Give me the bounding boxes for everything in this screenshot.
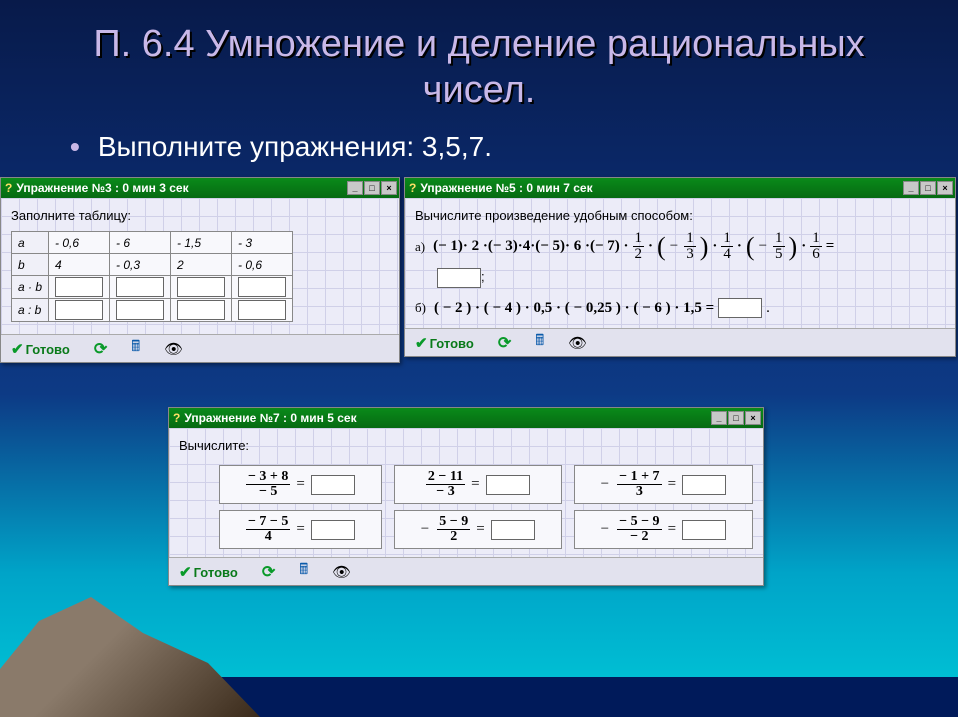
minimize-button[interactable]: _ — [347, 181, 363, 195]
fraction-cell: − 7 − 54= — [219, 510, 382, 549]
help-icon: ? — [5, 181, 12, 195]
fraction-grid: − 3 + 8− 5= 2 − 11− 3= −− 1 + 73= − 7 − 54=… — [219, 461, 753, 553]
check-icon: ✔ — [179, 564, 192, 581]
table-row: a - 0,6 - 6 - 1,5 - 3 — [12, 232, 293, 254]
answer-input[interactable] — [491, 520, 535, 540]
answer-input[interactable] — [682, 475, 726, 495]
window-footer: ✔Готово ⟳ 🖩 👁 — [169, 557, 763, 585]
answer-input[interactable] — [177, 300, 225, 320]
ready-button[interactable]: ✔Готово — [179, 563, 238, 581]
exercise-5-window: ? Упражнение №5 : 0 мин 7 сек _ □ × Вычи… — [404, 177, 956, 357]
titlebar[interactable]: ? Упражнение №5 : 0 мин 7 сек _ □ × — [405, 178, 955, 198]
window-title: Упражнение №5 : 0 мин 7 сек — [420, 181, 592, 195]
minimize-button[interactable]: _ — [711, 411, 727, 425]
fraction-cell: 2 − 11− 3= — [394, 465, 562, 504]
close-button[interactable]: × — [381, 181, 397, 195]
equation-b: б) ( − 2 ) · ( − 4 ) · 0,5 · ( − 0,25 ) … — [415, 298, 945, 318]
close-button[interactable]: × — [937, 181, 953, 195]
minimize-button[interactable]: _ — [903, 181, 919, 195]
answer-input[interactable] — [116, 300, 164, 320]
bullet-icon: • — [70, 131, 80, 163]
prompt-text: Вычислите: — [179, 438, 753, 453]
prompt-text: Заполните таблицу: — [11, 208, 389, 223]
titlebar[interactable]: ? Упражнение №7 : 0 мин 5 сек _ □ × — [169, 408, 763, 428]
answer-input[interactable] — [238, 300, 286, 320]
window-footer: ✔Готово ⟳ 🖩 👁 — [1, 334, 399, 362]
help-icon: ? — [173, 411, 180, 425]
window-title: Упражнение №7 : 0 мин 5 сек — [184, 411, 356, 425]
maximize-button[interactable]: □ — [364, 181, 380, 195]
window-footer: ✔Готово ⟳ 🖩 👁 — [405, 328, 955, 356]
titlebar[interactable]: ? Упражнение №3 : 0 мин 3 сек _ □ × — [1, 178, 399, 198]
equation-a: а) (− 1)· 2 ·(− 3)·4·(− 5)· 6 ·(− 7) · 1… — [415, 231, 945, 262]
maximize-button[interactable]: □ — [728, 411, 744, 425]
data-table: a - 0,6 - 6 - 1,5 - 3 b 4 - 0,3 2 - 0,6 … — [11, 231, 293, 322]
maximize-button[interactable]: □ — [920, 181, 936, 195]
answer-input[interactable] — [311, 520, 355, 540]
ready-button[interactable]: ✔Готово — [415, 334, 474, 352]
answer-input[interactable] — [718, 298, 762, 318]
fraction-cell: −− 5 − 9− 2= — [574, 510, 753, 549]
slide-bullet: • Выполните упражнения: 3,5,7. — [0, 123, 958, 177]
table-row: a · b — [12, 276, 293, 299]
answer-input[interactable] — [55, 300, 103, 320]
eye-icon[interactable]: 👁 — [164, 340, 183, 358]
exercise-3-window: ? Упражнение №3 : 0 мин 3 сек _ □ × Запо… — [0, 177, 400, 363]
eye-icon[interactable]: 👁 — [332, 563, 351, 581]
close-button[interactable]: × — [745, 411, 761, 425]
calculator-icon[interactable]: 🖩 — [131, 336, 140, 361]
answer-input[interactable] — [55, 277, 103, 297]
answer-input[interactable] — [486, 475, 530, 495]
answer-input[interactable] — [177, 277, 225, 297]
fraction-cell: −5 − 92= — [394, 510, 562, 549]
refresh-icon[interactable]: ⟳ — [94, 339, 107, 359]
calculator-icon[interactable]: 🖩 — [299, 559, 308, 584]
calculator-icon[interactable]: 🖩 — [535, 330, 544, 355]
prompt-text: Вычислите произведение удобным способом: — [415, 208, 945, 223]
ready-button[interactable]: ✔Готово — [11, 340, 70, 358]
answer-input[interactable] — [682, 520, 726, 540]
bullet-text: Выполните упражнения: 3,5,7. — [98, 131, 492, 163]
row-header: a · b — [12, 276, 49, 299]
refresh-icon[interactable]: ⟳ — [498, 333, 511, 353]
check-icon: ✔ — [415, 335, 428, 352]
window-title: Упражнение №3 : 0 мин 3 сек — [16, 181, 188, 195]
fraction-cell: − 3 + 8− 5= — [219, 465, 382, 504]
refresh-icon[interactable]: ⟳ — [262, 562, 275, 582]
check-icon: ✔ — [11, 341, 24, 358]
row-header: a : b — [12, 299, 49, 322]
fraction-cell: −− 1 + 73= — [574, 465, 753, 504]
answer-input[interactable] — [116, 277, 164, 297]
slide-title: П. 6.4 Умножение и деление рациональных … — [0, 0, 958, 123]
exercise-7-window: ? Упражнение №7 : 0 мин 5 сек _ □ × Вычи… — [168, 407, 764, 586]
answer-input[interactable] — [311, 475, 355, 495]
answer-input[interactable] — [238, 277, 286, 297]
row-header: b — [12, 254, 49, 276]
help-icon: ? — [409, 181, 416, 195]
row-header: a — [12, 232, 49, 254]
table-row: b 4 - 0,3 2 - 0,6 — [12, 254, 293, 276]
answer-input[interactable] — [437, 268, 481, 288]
eye-icon[interactable]: 👁 — [568, 334, 587, 352]
table-row: a : b — [12, 299, 293, 322]
